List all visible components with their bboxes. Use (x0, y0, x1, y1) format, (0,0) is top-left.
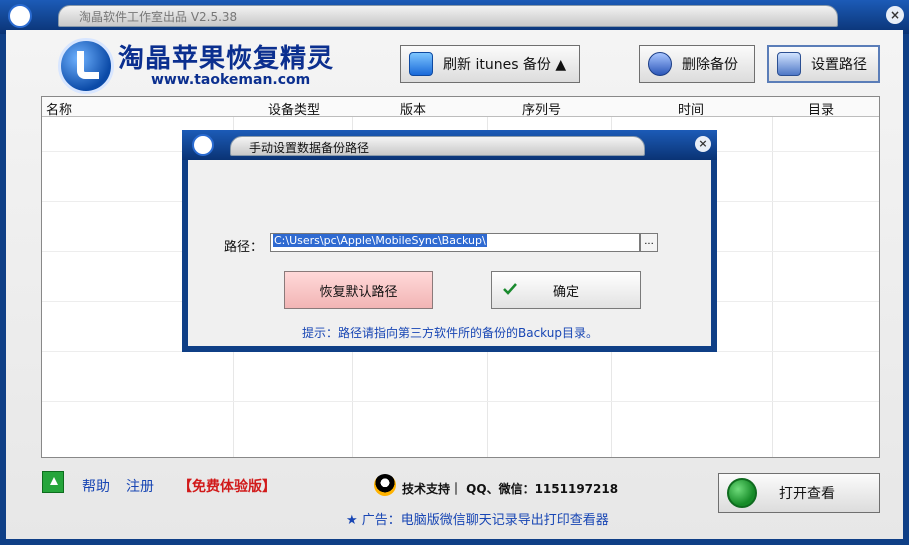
dialog-title-bar: 手动设置数据备份路径 × (182, 130, 717, 160)
close-icon[interactable]: × (886, 6, 904, 24)
dialog-body: 路径： C:\Users\pc\Apple\MobileSync\Backup\… (188, 160, 711, 346)
column-directory[interactable]: 目录 (808, 99, 834, 118)
column-device-type[interactable]: 设备类型 (268, 99, 320, 118)
app-logo-icon (8, 4, 32, 28)
restore-default-path-button[interactable]: 恢复默认路径 (284, 271, 433, 309)
column-divider (772, 117, 773, 457)
path-hint: 提示：路径请指向第三方软件所的备份的Backup目录。 (302, 326, 598, 340)
dialog-logo-icon (192, 134, 214, 156)
trial-badge: 【免费体验版】 (178, 479, 276, 495)
ok-button[interactable]: 确定 (491, 271, 641, 309)
set-path-label: 设置路径 (811, 57, 867, 73)
column-time[interactable]: 时间 (678, 99, 704, 118)
app-name: 淘晶苹果恢复精灵 (118, 44, 335, 74)
open-viewer-label: 打开查看 (779, 486, 835, 502)
register-link[interactable]: 注册 (126, 476, 154, 496)
title-pill: 淘晶软件工作室出品 V2.5.38 (58, 5, 838, 27)
open-icon (727, 478, 757, 508)
set-path-button[interactable]: 设置路径 (767, 45, 880, 83)
row-divider (42, 401, 879, 402)
dialog-close-icon[interactable]: × (695, 136, 711, 152)
browse-button[interactable]: ... (640, 233, 658, 252)
check-icon (502, 281, 518, 297)
set-path-dialog: 手动设置数据备份路径 × 路径： C:\Users\pc\Apple\Mobil… (182, 130, 717, 352)
delete-backup-label: 删除备份 (682, 57, 738, 73)
column-serial-number[interactable]: 序列号 (522, 99, 561, 118)
table-header: 名称 设备类型 版本 序列号 时间 目录 (42, 97, 879, 118)
open-viewer-button[interactable]: 打开查看 (718, 473, 880, 513)
trash-icon (648, 52, 672, 76)
refresh-itunes-backup-button[interactable]: 刷新 itunes 备份 ▲ (400, 45, 580, 83)
column-version[interactable]: 版本 (400, 99, 426, 118)
path-value: C:\Users\pc\Apple\MobileSync\Backup\ (273, 234, 487, 247)
dialog-title-pill: 手动设置数据备份路径 (230, 136, 645, 156)
help-link[interactable]: 帮助 (82, 476, 110, 496)
help-icon[interactable] (42, 471, 64, 493)
delete-backup-button[interactable]: 删除备份 (639, 45, 755, 83)
tech-support-text: 技术支持｜ QQ、微信：1151197218 (402, 482, 619, 496)
window-title: 淘晶软件工作室出品 V2.5.38 (79, 10, 238, 24)
settings-icon (777, 52, 801, 76)
refresh-itunes-label: 刷新 itunes 备份 ▲ (443, 57, 567, 73)
title-bar: 淘晶软件工作室出品 V2.5.38 × (0, 0, 909, 34)
column-name[interactable]: 名称 (46, 99, 72, 118)
qq-icon (374, 474, 396, 496)
itunes-icon (409, 52, 433, 76)
path-label: 路径： (224, 240, 264, 255)
ad-link[interactable]: ★ 广告：电脑版微信聊天记录导出打印查看器 (346, 509, 609, 528)
dialog-title: 手动设置数据备份路径 (249, 141, 370, 155)
brand-logo-icon (58, 38, 114, 94)
path-input[interactable]: C:\Users\pc\Apple\MobileSync\Backup\ (270, 233, 640, 252)
app-url: www.taokeman.com (151, 72, 311, 88)
ok-label: 确定 (552, 283, 579, 299)
